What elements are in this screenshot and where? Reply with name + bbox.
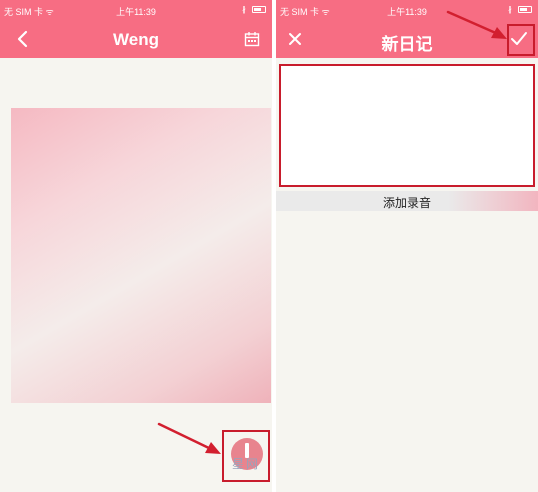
add-recording-button[interactable]: 添加录音 [276, 194, 538, 211]
new-diary-screen: 无 SIM 卡 ᯤ 上午11:39 ∦ 新日记 添加录音 [276, 0, 538, 492]
status-bar: 无 SIM 卡 ᯤ 上午11:39 ∦ [276, 0, 538, 20]
bluetooth-icon: ∦ [508, 5, 512, 14]
calendar-icon[interactable] [244, 31, 260, 47]
nav-bar: 新日记 [276, 20, 538, 58]
watermark-text: 星网 [231, 457, 260, 471]
diary-list-screen: 无 SIM 卡 ᯤ 上午11:39 ∦ Weng 星网 [0, 0, 272, 492]
status-time: 上午11:39 [387, 7, 427, 17]
arrow-annotation-fab [157, 422, 221, 454]
status-time: 上午11:39 [116, 7, 156, 17]
nav-bar: Weng [0, 20, 272, 58]
battery-icon [252, 6, 266, 13]
page-title: Weng [113, 30, 159, 49]
bluetooth-icon: ∦ [242, 5, 246, 14]
confirm-highlight-box [507, 24, 535, 56]
diary-cover-image[interactable] [11, 108, 271, 403]
diary-text-input[interactable] [279, 64, 535, 187]
battery-icon [518, 6, 532, 13]
page-title: 新日记 [381, 35, 433, 54]
status-bar: 无 SIM 卡 ᯤ 上午11:39 ∦ [0, 0, 272, 20]
